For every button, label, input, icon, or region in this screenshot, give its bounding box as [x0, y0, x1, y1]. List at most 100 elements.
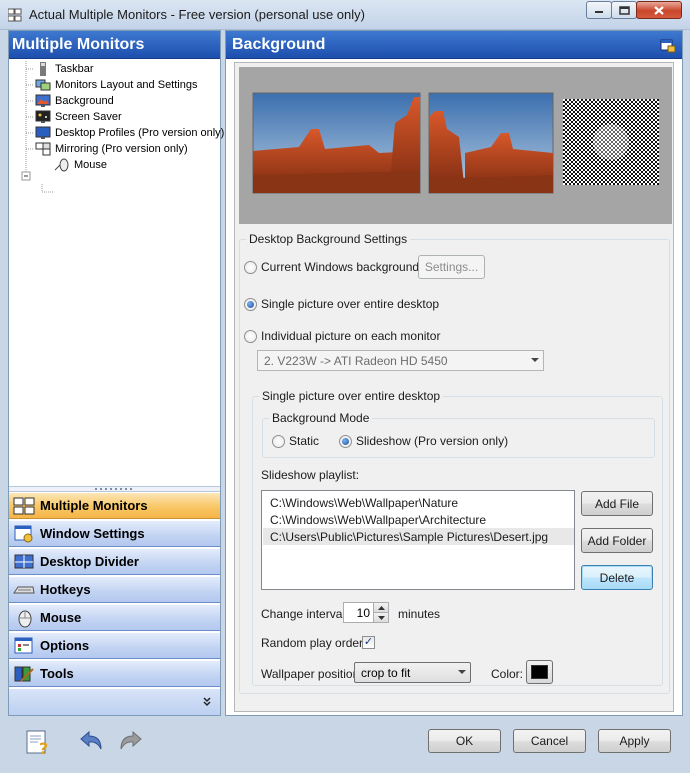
radio-circle [244, 329, 257, 343]
radio-individual-picture[interactable]: Individual picture on each monitor [244, 329, 440, 343]
monitor-3-preview [563, 99, 659, 185]
playlist-item[interactable]: C:\Users\Public\Pictures\Sample Pictures… [263, 528, 574, 545]
wallpaper-position-select[interactable]: crop to fit [354, 662, 471, 683]
color-picker-button[interactable] [526, 660, 553, 684]
radio-circle [244, 297, 257, 311]
radio-current-windows-background[interactable]: Current Windows background [244, 260, 419, 274]
window-settings-icon [14, 525, 33, 542]
desktop-divider-icon [14, 554, 34, 568]
wallpaper-position-label: Wallpaper position: [261, 667, 363, 681]
radio-static[interactable]: Static [272, 434, 319, 448]
left-panel: Multiple Monitors Taskbar Monitors Layou… [8, 30, 224, 716]
nav-window-settings[interactable]: Window Settings [9, 520, 220, 547]
tree-item-label: Monitors Layout and Settings [55, 79, 198, 91]
interval-stepper[interactable]: 10 [343, 602, 389, 623]
monitor-1-preview [252, 92, 421, 194]
radio-circle [272, 434, 285, 448]
desktop-profiles-icon [35, 126, 51, 139]
background-mode-group: Background Mode Static Slideshow (Pro ve… [262, 411, 655, 458]
playlist-item[interactable]: C:\Windows\Web\Wallpaper\Nature [263, 494, 574, 511]
playlist-label: Slideshow playlist: [261, 468, 360, 482]
minimize-button[interactable] [586, 1, 612, 19]
nav-label: Options [40, 638, 90, 653]
delete-button[interactable]: Delete [581, 565, 653, 590]
tree-item-label: Mouse [74, 159, 108, 171]
interval-up-button[interactable] [373, 603, 388, 613]
nav-mouse[interactable]: Mouse [9, 604, 220, 631]
wallpaper-position-value: crop to fit [361, 665, 411, 680]
tree-item-taskbar[interactable]: Taskbar [35, 61, 94, 77]
nav-label: Tools [40, 666, 74, 681]
tools-icon [14, 666, 34, 682]
radio-circle [339, 434, 352, 448]
group-legend: Background Mode [269, 411, 373, 425]
tree-item-mouse[interactable]: Mouse [54, 157, 107, 173]
add-file-button[interactable]: Add File [581, 491, 653, 516]
background-settings-body: Desktop Background Settings Current Wind… [234, 62, 674, 712]
group-legend: Single picture over entire desktop [259, 389, 444, 403]
tree-item-label: Screen Saver [55, 111, 122, 123]
apply-button[interactable]: Apply [598, 729, 671, 753]
maximize-button[interactable] [611, 1, 637, 19]
monitors-layout-icon [35, 79, 51, 91]
page-title: Background [232, 36, 326, 53]
nav-multiple-monitors[interactable]: Multiple Monitors [9, 492, 220, 519]
redo-icon[interactable] [117, 729, 145, 753]
chevron-down-icon [458, 670, 466, 674]
interval-unit-label: minutes [398, 607, 441, 621]
bottom-bar: ? OK Cancel Apply [0, 718, 690, 773]
tree-item-monitors-layout[interactable]: Monitors Layout and Settings [35, 77, 197, 93]
cancel-button[interactable]: Cancel [513, 729, 586, 753]
radio-circle [244, 260, 257, 274]
single-picture-group: Single picture over entire desktop Backg… [252, 389, 663, 686]
tree-item-screen-saver[interactable]: Screen Saver [35, 109, 122, 125]
title-bar: Actual Multiple Monitors - Free version … [0, 0, 690, 30]
nav-label: Window Settings [40, 526, 145, 541]
wallpaper-preview-image [252, 92, 659, 194]
radio-slideshow[interactable]: Slideshow (Pro version only) [339, 434, 508, 448]
tree-item-mirroring[interactable]: Mirroring (Pro version only) [35, 141, 188, 157]
nav-label: Mouse [40, 610, 82, 625]
monitor-2-preview [428, 92, 554, 194]
slideshow-playlist[interactable]: C:\Windows\Web\Wallpaper\Nature C:\Windo… [261, 490, 575, 590]
ok-button[interactable]: OK [428, 729, 501, 753]
monitor-select-value: 2. V223W -> ATI Radeon HD 5450 [264, 353, 448, 368]
app-icon [8, 8, 22, 22]
interval-down-button[interactable] [373, 613, 388, 622]
mouse-icon [54, 158, 69, 172]
radio-label: Single picture over entire desktop [261, 297, 440, 311]
tree-item-background[interactable]: Background [35, 93, 114, 109]
nav-label: Multiple Monitors [40, 498, 148, 513]
radio-single-picture[interactable]: Single picture over entire desktop [244, 297, 439, 311]
radio-label: Slideshow (Pro version only) [356, 434, 509, 448]
undo-icon[interactable] [77, 729, 105, 753]
close-icon [654, 5, 664, 15]
nav-hotkeys[interactable]: Hotkeys [9, 576, 220, 603]
nav-desktop-divider[interactable]: Desktop Divider [9, 548, 220, 575]
tree-item-label: Background [55, 95, 114, 107]
mouse-nav-icon [18, 610, 32, 627]
options-icon [14, 637, 33, 653]
settings-button[interactable]: Settings... [418, 255, 485, 279]
window-restore-icon[interactable] [660, 37, 676, 53]
playlist-item[interactable]: C:\Windows\Web\Wallpaper\Architecture [263, 511, 574, 528]
radio-label: Current Windows background [261, 260, 420, 274]
help-icon[interactable]: ? [24, 728, 52, 756]
tree-item-label: Mirroring (Pro version only) [55, 143, 188, 155]
nav-tools[interactable]: Tools [9, 660, 220, 687]
tree-item-desktop-profiles[interactable]: Desktop Profiles (Pro version only) [35, 125, 224, 141]
double-chevron-down-icon [203, 697, 211, 707]
random-order-checkbox[interactable]: ✓ [362, 636, 375, 649]
window-title: Actual Multiple Monitors - Free version … [29, 7, 365, 22]
nav-options[interactable]: Options [9, 632, 220, 659]
random-order-label: Random play order [261, 636, 364, 650]
monitor-select[interactable]: 2. V223W -> ATI Radeon HD 5450 [257, 350, 544, 371]
add-folder-button[interactable]: Add Folder [581, 528, 653, 553]
svg-text:?: ? [39, 739, 48, 756]
interval-value: 10 [356, 606, 370, 620]
right-panel-header: Background [226, 31, 682, 59]
left-panel-title: Multiple Monitors [9, 31, 220, 59]
nav-more-button[interactable] [9, 689, 220, 715]
close-button[interactable] [636, 1, 682, 19]
checkmark-icon: ✓ [363, 636, 374, 648]
